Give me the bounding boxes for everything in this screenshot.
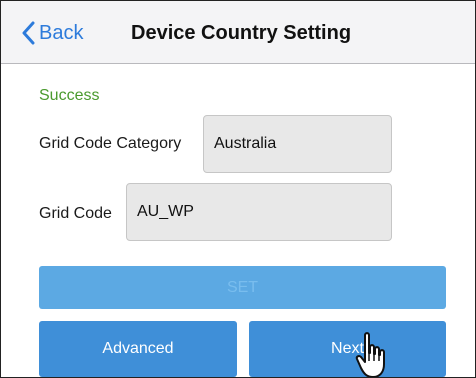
status-message: Success — [39, 87, 100, 104]
back-label: Back — [39, 22, 84, 44]
hand-pointer-icon — [355, 332, 385, 377]
back-button[interactable]: Back — [21, 19, 83, 47]
advanced-button[interactable]: Advanced — [39, 321, 237, 377]
app-screen: Back Device Country Setting Success Grid… — [0, 0, 476, 378]
grid-code-category-field[interactable]: Australia — [203, 115, 392, 173]
chevron-left-icon — [22, 21, 35, 45]
navigation-bar: Back Device Country Setting — [1, 1, 475, 64]
next-button[interactable]: Next — [249, 321, 446, 377]
set-button[interactable]: SET — [39, 266, 446, 309]
grid-code-label: Grid Code — [39, 205, 112, 222]
grid-code-field[interactable]: AU_WP — [126, 183, 392, 241]
page-title: Device Country Setting — [131, 22, 352, 44]
grid-code-category-label: Grid Code Category — [39, 135, 182, 152]
